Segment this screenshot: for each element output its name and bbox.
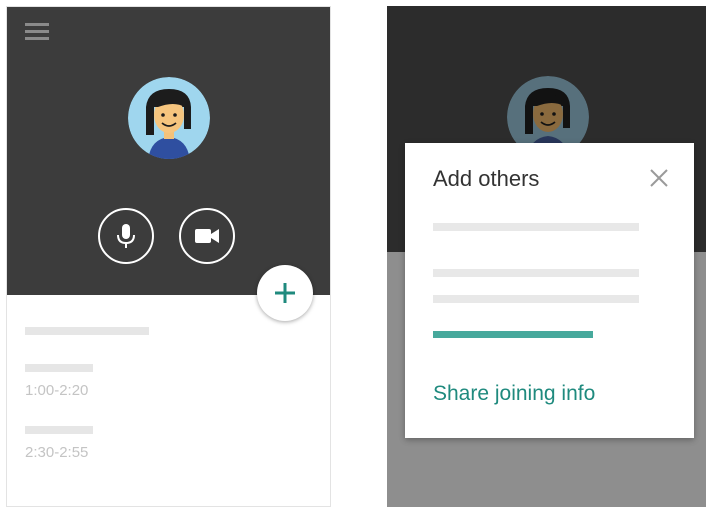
add-others-screen: Add others Share joining info [387, 6, 706, 507]
text-placeholder [433, 269, 639, 277]
video-button[interactable] [179, 208, 235, 264]
avatar [128, 77, 210, 159]
slot-placeholder [25, 364, 93, 372]
call-screen: 1:00-2:20 2:30-2:55 [6, 6, 331, 507]
menu-icon[interactable] [25, 23, 49, 41]
dialog-title: Add others [433, 166, 540, 191]
add-others-dialog: Add others Share joining info [405, 143, 694, 438]
slot-time: 1:00-2:20 [25, 382, 89, 399]
text-placeholder [433, 295, 639, 303]
call-header [7, 7, 330, 295]
video-camera-icon [195, 229, 219, 243]
slot-placeholder [25, 426, 93, 434]
accent-bar [433, 331, 593, 338]
plus-icon [275, 283, 295, 303]
add-participant-button[interactable] [257, 265, 313, 321]
title-placeholder [25, 327, 149, 335]
mic-button[interactable] [98, 208, 154, 264]
share-joining-info-link[interactable]: Share joining info [433, 382, 595, 406]
microphone-icon [117, 224, 135, 248]
slot-time: 2:30-2:55 [25, 444, 89, 461]
text-placeholder [433, 223, 639, 231]
close-icon[interactable] [648, 167, 670, 189]
